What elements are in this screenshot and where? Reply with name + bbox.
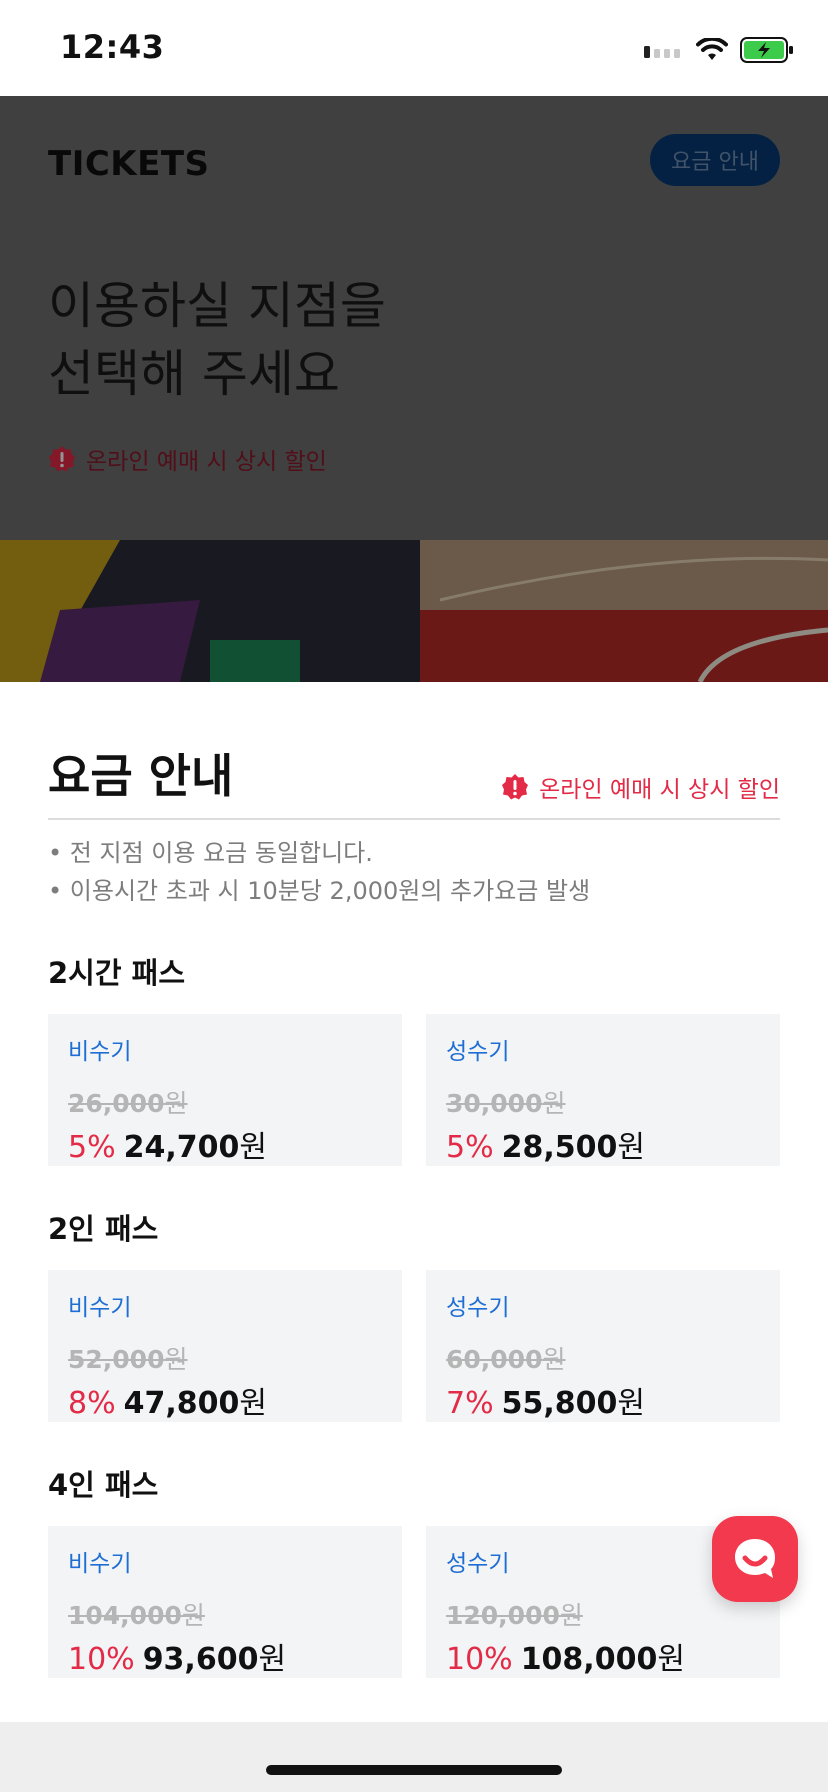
note-item: • 이용시간 초과 시 10분당 2,000원의 추가요금 발생 — [48, 877, 591, 905]
hero-banner: TICKETS 요금 안내 이용하실 지점을 선택해 주세요 온라인 예매 시 … — [0, 96, 828, 682]
brand-logo: TICKETS — [48, 144, 210, 184]
sale-price: 5% 28,500원 — [446, 1122, 760, 1166]
season-label: 비수기 — [68, 1551, 132, 1577]
original-price-amount: 52,000 — [68, 1345, 165, 1374]
pricing-notice-text: 온라인 예매 시 상시 할인 — [539, 777, 780, 803]
original-price: 26,000원 — [68, 1084, 382, 1120]
price-card: 성수기 30,000원 5% 28,500원 — [426, 1014, 780, 1166]
page-title-line1: 이용하실 지점을 — [48, 277, 386, 335]
original-price: 60,000원 — [446, 1340, 760, 1376]
discount-rate: 7% — [446, 1386, 494, 1421]
original-price-unit: 원 — [181, 1601, 205, 1630]
price-cards: 비수기 52,000원 8% 47,800원 성수기 60,000원 7% 55,8… — [48, 1270, 780, 1422]
pass-group: 2인 패스 비수기 52,000원 8% 47,800원 성수기 60,000원 … — [48, 1206, 780, 1422]
wifi-icon — [696, 38, 728, 60]
pass-group: 4인 패스 비수기 104,000원 10% 93,600원 성수기 120,00… — [48, 1462, 780, 1678]
pass-group: 2시간 패스 비수기 26,000원 5% 24,700원 성수기 30,000원… — [48, 950, 780, 1166]
season-label: 성수기 — [446, 1039, 510, 1065]
price-card: 비수기 26,000원 5% 24,700원 — [48, 1014, 402, 1166]
sale-price-amount: 47,800 — [123, 1386, 240, 1421]
pricing-title: 요금 안내 — [48, 749, 234, 803]
sale-price: 10% 93,600원 — [68, 1634, 382, 1678]
sale-price-amount: 55,800 — [501, 1386, 618, 1421]
original-price-amount: 30,000 — [446, 1089, 543, 1118]
discount-rate: 10% — [446, 1642, 513, 1677]
sale-price-unit: 원 — [657, 1642, 685, 1677]
sale-price-amount: 24,700 — [123, 1130, 240, 1165]
pass-group-title: 4인 패스 — [48, 1468, 159, 1502]
original-price: 104,000원 — [68, 1596, 382, 1632]
chat-button[interactable] — [712, 1516, 798, 1602]
pass-group-title: 2인 패스 — [48, 1212, 159, 1246]
sale-price: 10% 108,000원 — [446, 1634, 760, 1678]
sale-price-unit: 원 — [617, 1130, 645, 1165]
home-indicator[interactable] — [266, 1765, 562, 1775]
original-price-unit: 원 — [559, 1601, 583, 1630]
venue-photo — [0, 540, 828, 682]
sale-price: 8% 47,800원 — [68, 1378, 382, 1422]
price-card: 성수기 60,000원 7% 55,800원 — [426, 1270, 780, 1422]
status-time: 12:43 — [60, 28, 165, 66]
original-price-amount: 104,000 — [68, 1601, 182, 1630]
original-price-unit: 원 — [542, 1089, 566, 1118]
status-bar: 12:43 — [0, 0, 828, 96]
discount-rate: 8% — [68, 1386, 116, 1421]
original-price: 30,000원 — [446, 1084, 760, 1120]
original-price-unit: 원 — [164, 1089, 188, 1118]
sale-price-unit: 원 — [239, 1130, 267, 1165]
page-title-line2: 선택해 주세요 — [48, 345, 340, 403]
season-label: 비수기 — [68, 1039, 132, 1065]
battery-icon — [740, 37, 793, 63]
discount-rate: 10% — [68, 1642, 135, 1677]
price-card: 비수기 104,000원 10% 93,600원 — [48, 1526, 402, 1678]
sale-price-unit: 원 — [617, 1386, 645, 1421]
discount-rate: 5% — [446, 1130, 494, 1165]
sale-price: 5% 24,700원 — [68, 1122, 382, 1166]
hero-discount-notice: 온라인 예매 시 상시 할인 — [48, 442, 327, 476]
sale-price-unit: 원 — [258, 1642, 287, 1677]
original-price-unit: 원 — [164, 1345, 188, 1374]
original-price-amount: 60,000 — [446, 1345, 543, 1374]
hero-notice-text: 온라인 예매 시 상시 할인 — [86, 449, 327, 475]
note-item: • 전 지점 이용 요금 동일합니다. — [48, 839, 373, 867]
signal-icon — [644, 46, 680, 58]
sale-price-amount: 28,500 — [501, 1130, 618, 1165]
original-price: 52,000원 — [68, 1340, 382, 1376]
pricing-header: 요금 안내 온라인 예매 시 상시 할인 — [48, 740, 780, 820]
original-price: 120,000원 — [446, 1596, 760, 1632]
original-price-amount: 26,000 — [68, 1089, 165, 1118]
original-price-unit: 원 — [542, 1345, 566, 1374]
pricing-notes: • 전 지점 이용 요금 동일합니다. • 이용시간 초과 시 10분당 2,0… — [48, 834, 780, 910]
sale-price-unit: 원 — [239, 1386, 267, 1421]
price-cards: 비수기 26,000원 5% 24,700원 성수기 30,000원 5% 28,5… — [48, 1014, 780, 1166]
discount-rate: 5% — [68, 1130, 116, 1165]
pricing-guide-button[interactable]: 요금 안내 — [650, 134, 780, 186]
footer-area — [0, 1722, 828, 1792]
alert-icon — [502, 774, 529, 800]
pricing-discount-notice: 온라인 예매 시 상시 할인 — [501, 770, 780, 804]
sale-price-amount: 108,000 — [520, 1642, 658, 1677]
status-icons — [644, 36, 794, 64]
price-card: 비수기 52,000원 8% 47,800원 — [48, 1270, 402, 1422]
season-label: 비수기 — [68, 1295, 132, 1321]
sale-price-amount: 93,600 — [142, 1642, 259, 1677]
alert-icon — [49, 446, 75, 472]
season-label: 성수기 — [446, 1295, 510, 1321]
pass-group-title: 2시간 패스 — [48, 956, 185, 990]
pricing-section: 요금 안내 온라인 예매 시 상시 할인 • 전 지점 이용 요금 동일합니다.… — [48, 740, 780, 1678]
sale-price: 7% 55,800원 — [446, 1378, 760, 1422]
original-price-amount: 120,000 — [446, 1601, 560, 1630]
chat-icon — [735, 1539, 775, 1578]
page-title: 이용하실 지점을 선택해 주세요 — [48, 272, 386, 408]
price-cards: 비수기 104,000원 10% 93,600원 성수기 120,000원 10%… — [48, 1526, 780, 1678]
